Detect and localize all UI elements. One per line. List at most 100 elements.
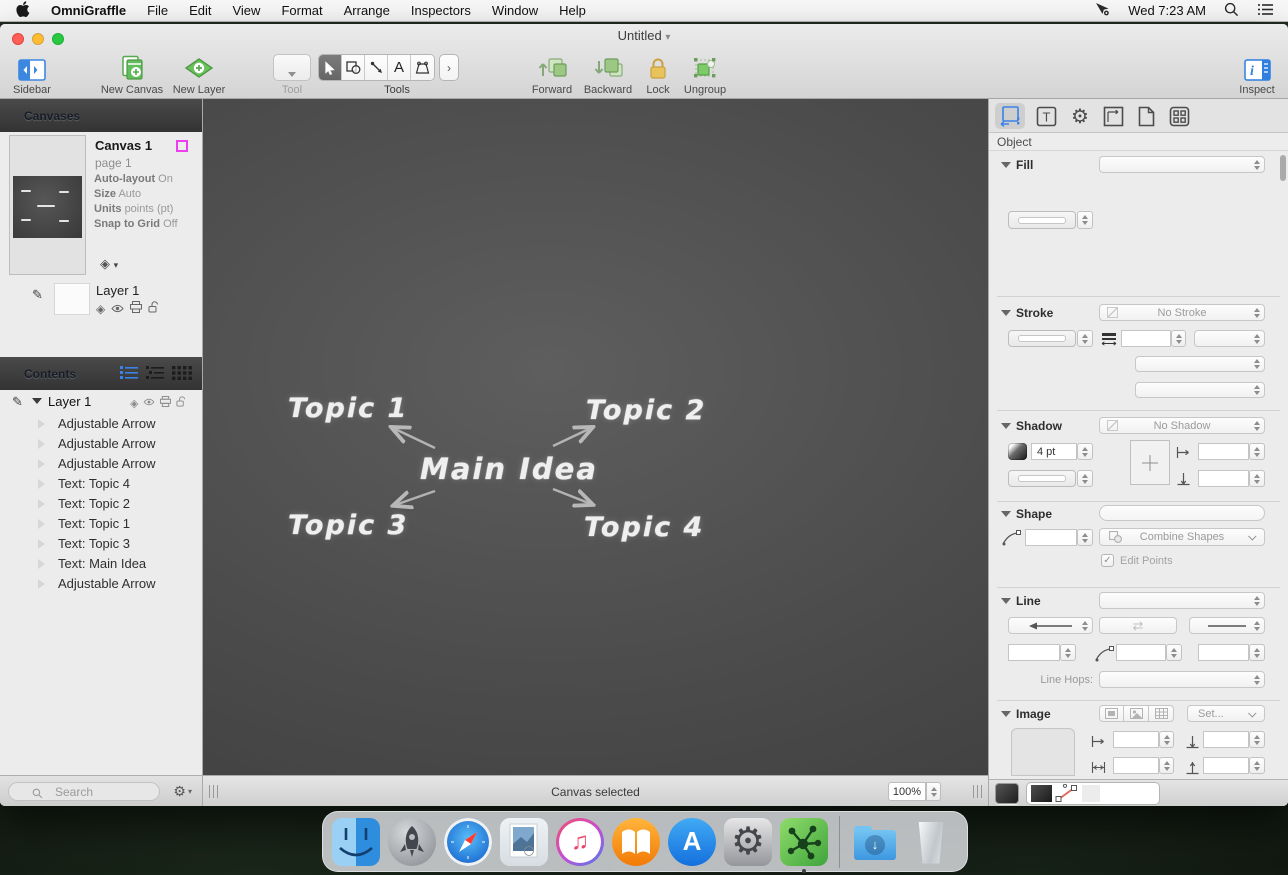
tree-item[interactable]: Text: Main Idea (0, 554, 202, 574)
apple-menu-icon[interactable] (16, 1, 30, 20)
image-height-stepper[interactable] (1249, 757, 1265, 774)
dock-ibooks-icon[interactable] (612, 818, 660, 866)
shadow-v-offset-stepper[interactable] (1249, 470, 1265, 487)
dock-system-preferences-icon[interactable]: ⚙ (724, 818, 772, 866)
swap-arrowheads-button[interactable]: ⇄ (1099, 617, 1177, 634)
menu-app-name[interactable]: OmniGraffle (51, 3, 126, 18)
new-layer-button[interactable]: New Layer (169, 50, 229, 96)
corner-radius-stepper[interactable] (1077, 529, 1093, 546)
stroke-style-dropdown[interactable] (1194, 330, 1265, 347)
layers-icon[interactable]: ◈ (130, 397, 138, 410)
pointer-menu-extra-icon[interactable] (1093, 2, 1110, 19)
search-input[interactable] (8, 782, 160, 801)
style-chip-fill[interactable] (1031, 785, 1052, 802)
disclosure-closed-icon[interactable] (38, 579, 45, 589)
image-x-offset-input[interactable] (1113, 731, 1159, 748)
tree-item[interactable]: Adjustable Arrow (0, 454, 202, 474)
inspect-button[interactable]: i Inspect (1231, 50, 1283, 96)
menu-arrange[interactable]: Arrange (344, 3, 390, 18)
dock-launchpad-icon[interactable] (388, 818, 436, 866)
line-start-size-stepper[interactable] (1060, 644, 1076, 661)
stroke-thickness-input[interactable] (1121, 330, 1171, 347)
line-curve-input[interactable] (1116, 644, 1166, 661)
shadow-size-stepper[interactable] (1077, 443, 1093, 460)
tree-root-layer-row[interactable]: ✎ Layer 1 ◈ (0, 392, 202, 413)
layers-disclosure-widget[interactable]: ◈ ▾ (100, 256, 118, 272)
canvas[interactable]: Topic 1 Topic 2 Main Idea Topic 3 Topic … (203, 99, 988, 775)
zoom-stepper[interactable] (926, 782, 941, 801)
menu-help[interactable]: Help (559, 3, 586, 18)
disclosure-closed-icon[interactable] (38, 479, 45, 489)
shadow-color-well[interactable] (1008, 470, 1076, 487)
shadow-section-header[interactable]: Shadow (1001, 419, 1062, 433)
topic-4-text[interactable]: Topic 4 (584, 512, 704, 543)
menu-clock[interactable]: Wed 7:23 AM (1128, 3, 1206, 18)
disclosure-closed-icon[interactable] (38, 519, 45, 529)
stroke-section-header[interactable]: Stroke (1001, 306, 1053, 320)
line-end-size-stepper[interactable] (1249, 644, 1265, 661)
spotlight-search-icon[interactable] (1224, 2, 1239, 20)
tree-item[interactable]: Adjustable Arrow (0, 414, 202, 434)
dock-downloads-icon[interactable]: ↓ (851, 818, 899, 866)
image-height-input[interactable] (1203, 757, 1249, 774)
action-gear-menu[interactable]: ⚙ ▾ (173, 783, 192, 800)
dock-appstore-icon[interactable]: A (668, 818, 716, 866)
menu-format[interactable]: Format (281, 3, 322, 18)
disclosure-open-icon[interactable] (32, 398, 42, 404)
edit-points-checkbox[interactable]: ✓ (1101, 554, 1114, 567)
style-swatch-current[interactable] (995, 783, 1019, 804)
sidebar-toggle-button[interactable]: Sidebar (6, 50, 58, 96)
tree-item[interactable]: Text: Topic 4 (0, 474, 202, 494)
list-view-icon[interactable] (120, 365, 138, 384)
menu-view[interactable]: View (232, 3, 260, 18)
tool-dropdown-button[interactable]: Tool (270, 50, 314, 96)
tree-item[interactable]: Adjustable Arrow (0, 574, 202, 594)
menu-window[interactable]: Window (492, 3, 538, 18)
tab-object[interactable] (995, 103, 1025, 129)
image-fit-button[interactable] (1099, 705, 1124, 722)
tree-item[interactable]: Text: Topic 3 (0, 534, 202, 554)
fill-color-well[interactable] (1008, 211, 1076, 229)
shadow-position-pad[interactable] (1130, 440, 1170, 485)
style-chip-selected[interactable] (1055, 784, 1079, 803)
line-curve-stepper[interactable] (1166, 644, 1182, 661)
menu-edit[interactable]: Edit (189, 3, 211, 18)
shadow-size-input[interactable]: 4 pt (1031, 443, 1077, 460)
tool-button-well[interactable] (273, 54, 311, 81)
style-chip-empty[interactable] (1082, 785, 1100, 802)
tab-document[interactable] (1131, 103, 1161, 129)
menu-file[interactable]: File (147, 3, 168, 18)
ungroup-button[interactable]: Ungroup (678, 50, 732, 96)
stroke-corner-dropdown[interactable] (1135, 356, 1265, 372)
menu-inspectors[interactable]: Inspectors (411, 3, 471, 18)
disclosure-closed-icon[interactable] (38, 439, 45, 449)
dock-itunes-icon[interactable]: ♫ (556, 818, 604, 866)
dock-mail-icon[interactable] (500, 818, 548, 866)
outline-view-icon[interactable] (146, 365, 164, 384)
topic-3-text[interactable]: Topic 3 (288, 510, 408, 541)
line-end-size-input[interactable] (1198, 644, 1249, 661)
corner-radius-input[interactable] (1025, 529, 1077, 546)
shape-tool-button[interactable] (342, 55, 365, 80)
disclosure-closed-icon[interactable] (38, 559, 45, 569)
shadow-h-offset-input[interactable] (1198, 443, 1249, 460)
image-mask-button[interactable] (1124, 705, 1149, 722)
dock-trash-icon[interactable] (907, 818, 955, 866)
more-tools-button[interactable]: › (439, 54, 459, 81)
print-icon[interactable] (160, 396, 171, 410)
shadow-v-offset-input[interactable] (1198, 470, 1249, 487)
stroke-cap-dropdown[interactable] (1135, 382, 1265, 398)
stroke-color-stepper[interactable] (1077, 330, 1093, 347)
tab-text[interactable]: T (1031, 103, 1061, 129)
dock-finder-icon[interactable] (332, 818, 380, 866)
fill-type-dropdown[interactable] (1099, 156, 1265, 173)
lock-button[interactable]: Lock (641, 50, 675, 96)
canvas-thumbnail[interactable] (9, 135, 86, 275)
combine-shapes-dropdown[interactable]: Combine Shapes (1099, 528, 1265, 546)
image-set-dropdown[interactable]: Set... (1187, 705, 1265, 722)
shadow-color-stepper[interactable] (1077, 470, 1093, 487)
grid-view-icon[interactable] (172, 365, 192, 384)
shape-section-header[interactable]: Shape (1001, 507, 1052, 521)
disclosure-closed-icon[interactable] (38, 419, 45, 429)
fill-color-stepper[interactable] (1077, 211, 1093, 229)
